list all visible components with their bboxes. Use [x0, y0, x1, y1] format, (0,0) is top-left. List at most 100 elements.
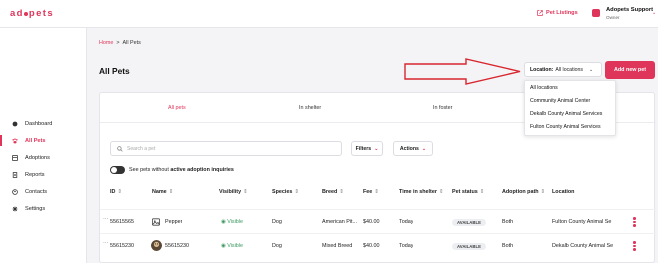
table-row[interactable]: ⋯ 55615565 Pepper ◉ Visible Dog American…	[100, 209, 656, 233]
pet-breed: American Pit...	[322, 219, 358, 225]
dashboard-icon	[12, 121, 18, 126]
pet-species: Dog	[272, 243, 282, 249]
inquiries-toggle-label: See pets without active adoption inquiri…	[129, 167, 234, 173]
breadcrumb-current: All Pets	[122, 40, 141, 46]
column-header-breed[interactable]: Breed ⇕	[322, 189, 344, 195]
location-option[interactable]: Fulton County Animal Services	[525, 120, 615, 133]
chevron-down-icon: ⌄	[421, 145, 427, 152]
sort-icon: ⇕	[540, 189, 546, 195]
user-name[interactable]: Adopets Support	[606, 7, 653, 13]
eye-icon: ◉	[221, 243, 226, 249]
toggle-text: See pets without	[129, 167, 169, 173]
column-header-location[interactable]: Location	[552, 189, 574, 195]
pet-listings-label: Pet Listings	[546, 10, 578, 16]
column-header-visibility[interactable]: Visibility ⇕	[219, 189, 248, 195]
visibility-status[interactable]: ◉ Visible	[221, 219, 243, 225]
sort-icon: ⇕	[294, 189, 299, 195]
column-header-fee[interactable]: Fee ⇕	[363, 189, 379, 195]
column-label: Location	[552, 189, 575, 195]
column-label: Adoption path	[502, 189, 539, 195]
chevron-down-icon: ⌄	[374, 145, 379, 152]
pet-photo-placeholder-icon	[152, 218, 160, 226]
inquiries-toggle[interactable]	[110, 166, 125, 174]
visibility-label: Visible	[227, 219, 244, 225]
column-header-id[interactable]: ID ⇕	[110, 189, 122, 195]
visibility-label: Visible	[227, 243, 244, 249]
sidebar-item-adoptions[interactable]: Adoptions	[0, 151, 86, 164]
location-dropdown: All locations Community Animal Center De…	[524, 80, 616, 136]
sidebar-item-dashboard[interactable]: Dashboard	[0, 117, 86, 130]
search-icon	[117, 145, 123, 152]
breadcrumb-separator: >	[116, 40, 120, 46]
pet-listings-link[interactable]: Pet Listings	[537, 10, 578, 16]
pet-breed: Mixed Breed	[322, 243, 353, 249]
column-label: Visibility	[219, 189, 242, 195]
pet-location: Dekalb County Animal Se	[552, 243, 614, 249]
sidebar-item-settings[interactable]: Settings	[0, 202, 86, 215]
filters-label: Filters	[355, 145, 372, 152]
logo-text: ad pets	[10, 8, 55, 19]
eye-icon: ◉	[221, 219, 226, 225]
adopets-logo[interactable]: ad pets	[10, 8, 54, 19]
location-select[interactable]: Location: All locations ⌄	[524, 62, 602, 77]
row-expand-icon[interactable]: ⋯	[103, 241, 108, 247]
pet-id: 55615565	[110, 219, 134, 225]
pet-id: 55615230	[110, 243, 134, 249]
chevron-down-icon[interactable]: ⌄	[652, 10, 656, 16]
row-menu-icon[interactable]	[633, 241, 636, 251]
column-label: ID	[110, 189, 116, 195]
table-row[interactable]: ⋯ 55615230 55615230 ◉ Visible Dog Mixed …	[100, 233, 656, 257]
location-option[interactable]: Dekalb County Animal Services	[525, 107, 615, 120]
pet-fee: $40.00	[363, 243, 380, 249]
tab-in-foster[interactable]: In foster	[433, 105, 452, 111]
pet-fee: $40.00	[363, 219, 380, 225]
sidebar-item-label: Reports	[25, 171, 45, 178]
add-new-pet-button[interactable]: Add new pet	[605, 61, 655, 79]
sort-icon: ⇕	[374, 189, 379, 195]
annotation-arrow-icon	[404, 58, 521, 85]
sort-icon: ⇕	[339, 189, 344, 195]
external-link-icon	[537, 10, 543, 16]
sort-icon: ⇕	[168, 189, 174, 195]
pet-name[interactable]: 55615230	[165, 243, 189, 249]
user-avatar[interactable]	[592, 9, 600, 17]
sidebar-item-label: All Pets	[25, 137, 46, 144]
location-select-label: Location:	[530, 66, 554, 73]
visibility-status[interactable]: ◉ Visible	[221, 243, 243, 249]
search-input[interactable]: Search a pet	[110, 141, 342, 156]
top-bar: ad pets Pet Listings Adopets Support Owne…	[0, 0, 658, 28]
pet-name[interactable]: Pepper	[165, 219, 182, 225]
sidebar-item-all-pets[interactable]: All Pets	[0, 134, 86, 147]
column-header-pet-status[interactable]: Pet status ⇕	[452, 189, 484, 195]
sidebar-item-label: Dashboard	[25, 120, 53, 127]
location-option[interactable]: All locations	[525, 81, 615, 94]
sidebar-item-label: Contacts	[25, 188, 48, 195]
sort-icon: ⇕	[243, 189, 248, 195]
column-header-time-in-shelter[interactable]: Time in shelter ⇕	[399, 189, 443, 195]
pet-adoption-path: Both	[502, 243, 514, 249]
breadcrumb-home[interactable]: Home	[99, 40, 113, 46]
tab-in-shelter[interactable]: In shelter	[299, 105, 321, 111]
sidebar-item-contacts[interactable]: Contacts	[0, 185, 86, 198]
actions-label: Actions	[399, 145, 419, 152]
column-header-species[interactable]: Species ⇕	[272, 189, 299, 195]
row-expand-icon[interactable]: ⋯	[103, 217, 108, 223]
row-menu-icon[interactable]	[633, 217, 636, 227]
filters-button[interactable]: Filters ⌄	[351, 141, 383, 156]
column-header-adoption-path[interactable]: Adoption path ⇕	[502, 189, 545, 195]
paw-icon	[12, 137, 18, 143]
toggle-bold-text: active adoption inquiries	[170, 167, 234, 173]
pet-species: Dog	[272, 219, 282, 225]
sidebar-item-reports[interactable]: Reports	[0, 168, 86, 181]
status-badge[interactable]: AVAILABLE	[452, 219, 486, 226]
actions-button[interactable]: Actions ⌄	[393, 141, 433, 156]
column-header-name[interactable]: Name ⇕	[152, 189, 173, 195]
location-option[interactable]: Community Animal Center	[525, 94, 615, 107]
status-badge[interactable]: AVAILABLE	[452, 243, 486, 250]
settings-icon	[12, 206, 18, 211]
pet-location: Fulton County Animal Se	[552, 219, 612, 225]
tab-all-pets[interactable]: All pets	[168, 105, 186, 111]
adoptions-icon	[12, 154, 18, 161]
breadcrumb: Home > All Pets	[99, 40, 141, 46]
pet-adoption-path: Both	[502, 219, 514, 225]
